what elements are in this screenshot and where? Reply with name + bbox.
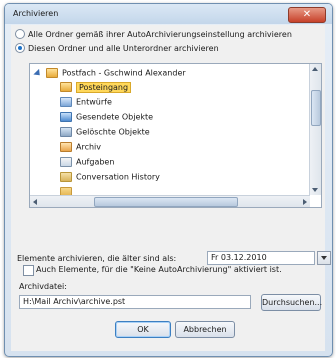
dialog-body: Alle Ordner gemäß ihrer AutoArchivierung… [11, 25, 331, 351]
conversation-folder-icon [60, 172, 72, 182]
tree-root[interactable]: Postfach - Gschwind Alexander [33, 68, 186, 80]
tree-item-geloeschte[interactable]: Gelöschte Objekte [60, 127, 150, 139]
cancel-button[interactable]: Abbrechen [175, 321, 235, 338]
older-than-date-field[interactable]: Fr 03.12.2010 [207, 251, 315, 265]
date-dropdown-button[interactable] [317, 251, 331, 265]
dialog-title: Archivieren [13, 9, 59, 18]
tree-root-label: Postfach - Gschwind Alexander [62, 68, 186, 78]
tree-item-conversation-history[interactable]: Conversation History [60, 172, 160, 184]
horizontal-scrollbar[interactable] [30, 195, 310, 207]
vertical-scrollbar[interactable] [309, 64, 321, 195]
expand-arrow-icon[interactable] [33, 68, 43, 78]
scroll-up-icon[interactable] [312, 67, 318, 71]
sent-folder-icon [60, 112, 72, 122]
drafts-folder-icon [60, 97, 72, 107]
scroll-left-icon[interactable] [33, 199, 37, 205]
older-than-label: Elemente archivieren, die älter sind als… [17, 254, 177, 263]
radio-button-selected[interactable] [15, 43, 25, 53]
tasks-folder-icon [60, 157, 72, 167]
radio-archive-this-folder[interactable]: Diesen Ordner und alle Unterordner archi… [15, 43, 219, 55]
horizontal-scroll-thumb[interactable] [94, 197, 238, 207]
close-button[interactable]: ✕ [288, 7, 326, 23]
tree-item-posteingang[interactable]: Posteingang [60, 81, 132, 94]
radio-archive-all-label: Alle Ordner gemäß ihrer AutoArchivierung… [28, 29, 292, 39]
scroll-right-icon[interactable] [303, 199, 307, 205]
browse-button[interactable]: Durchsuchen... [261, 294, 322, 311]
inbox-folder-icon [60, 82, 72, 92]
folder-tree[interactable]: Postfach - Gschwind Alexander Posteingan… [29, 63, 322, 208]
archive-file-label: Archivdatei: [19, 282, 67, 291]
include-no-autoarchive-checkbox[interactable] [23, 265, 34, 276]
tree-item-label: Entwürfe [76, 97, 112, 107]
radio-archive-this-folder-label: Diesen Ordner und alle Unterordner archi… [28, 43, 219, 53]
tree-item-label: Aufgaben [76, 157, 115, 167]
vertical-scroll-thumb[interactable] [311, 90, 321, 126]
radio-button[interactable] [15, 29, 25, 39]
archive-file-path-field[interactable]: H:\Mail Archiv\archive.pst [19, 295, 251, 309]
close-icon: ✕ [302, 9, 312, 20]
mailbox-icon [46, 68, 58, 78]
radio-archive-all[interactable]: Alle Ordner gemäß ihrer AutoArchivierung… [15, 29, 292, 41]
tree-item-label: Gelöschte Objekte [76, 127, 150, 137]
tree-item-label: Conversation History [76, 172, 160, 182]
tree-item-entwuerfe[interactable]: Entwürfe [60, 97, 112, 109]
tree-item-label: Gesendete Objekte [76, 112, 154, 122]
tree-item-archiv[interactable]: Archiv [60, 142, 101, 154]
scroll-down-icon[interactable] [312, 188, 318, 192]
ok-button[interactable]: OK [115, 321, 171, 338]
archive-dialog: Archivieren ✕ Alle Ordner gemäß ihrer Au… [4, 3, 333, 357]
deleted-folder-icon [60, 127, 72, 137]
tree-item-label: Posteingang [76, 81, 132, 93]
title-bar: Archivieren ✕ [5, 4, 332, 24]
include-no-autoarchive-label: Auch Elemente, für die "Keine AutoArchiv… [36, 265, 282, 274]
tree-item-aufgaben[interactable]: Aufgaben [60, 157, 114, 169]
archive-folder-icon [60, 142, 72, 152]
tree-item-label: Archiv [76, 142, 102, 152]
tree-item-gesendete[interactable]: Gesendete Objekte [60, 112, 153, 124]
